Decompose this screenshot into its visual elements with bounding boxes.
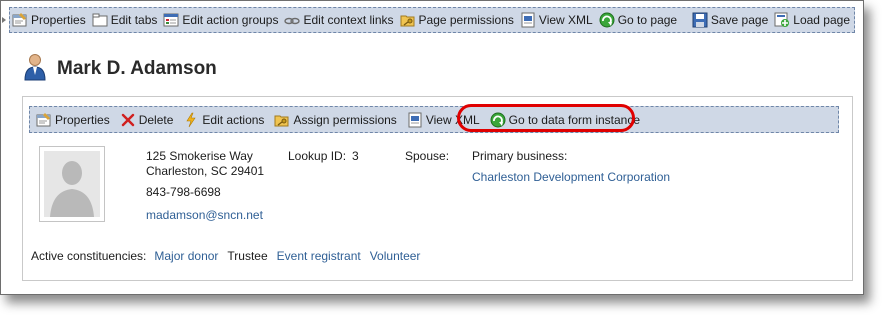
go-arrow-icon (599, 12, 615, 28)
edit-tabs-label: Edit tabs (110, 13, 158, 27)
delete-icon (120, 112, 136, 128)
active-constituencies-label: Active constituencies: (31, 249, 147, 263)
page-title: Mark D. Adamson (57, 57, 217, 79)
load-page-label: Load page (793, 13, 850, 27)
address-line-2: Charleston, SC 29401 (146, 164, 265, 178)
save-page-label: Save page (710, 13, 769, 27)
delete-button[interactable]: Delete (118, 110, 176, 130)
address-block: 125 Smokerise Way Charleston, SC 29401 (146, 149, 264, 179)
phone-number: 843-798-6698 (146, 185, 221, 199)
tabs-icon (92, 12, 108, 28)
primary-business-link[interactable]: Charleston Development Corporation (472, 170, 670, 184)
highlight-callout (457, 104, 635, 132)
address-line-1: 125 Smokerise Way (146, 149, 253, 163)
page-designer-toolbar: Properties Edit tabs Edit action groups … (9, 7, 855, 33)
constituency-volunteer[interactable]: Volunteer (370, 249, 421, 263)
load-icon (774, 12, 790, 28)
lookup-id-label: Lookup ID: (288, 149, 347, 163)
lookup-id-value: 3 (352, 149, 359, 163)
assign-permissions-button[interactable]: Assign permissions (272, 110, 398, 130)
edit-action-groups-button[interactable]: Edit action groups (161, 10, 280, 30)
record-properties-button[interactable]: Properties (34, 110, 112, 130)
save-icon (692, 12, 708, 28)
go-to-page-label: Go to page (617, 13, 678, 27)
properties-label: Properties (31, 13, 86, 27)
person-silhouette-icon (44, 151, 100, 217)
properties-button[interactable]: Properties (10, 10, 88, 30)
properties-icon (36, 112, 52, 128)
lookup-id: Lookup ID: 3 (288, 149, 359, 163)
link-icon (284, 12, 301, 28)
constituency-major-donor[interactable]: Major donor (154, 249, 218, 263)
edit-actions-button[interactable]: Edit actions (181, 110, 266, 130)
record-properties-label: Properties (55, 112, 110, 127)
assign-permissions-label: Assign permissions (293, 112, 397, 127)
edit-tabs-button[interactable]: Edit tabs (90, 10, 160, 30)
go-to-page-button[interactable]: Go to page (597, 10, 679, 30)
record-action-toolbar: Properties Delete Edit actions Assign pe… (29, 106, 839, 133)
constituent-summary-panel: Properties Delete Edit actions Assign pe… (22, 96, 853, 281)
constituency-trustee: Trustee (227, 249, 268, 263)
view-xml-label: View XML (538, 13, 593, 27)
lightning-icon (183, 112, 199, 128)
designer-window: Properties Edit tabs Edit action groups … (0, 0, 864, 295)
constituent-photo[interactable] (39, 146, 105, 222)
load-page-button[interactable]: Load page (772, 10, 852, 30)
person-icon (23, 53, 47, 84)
delete-label: Delete (138, 112, 174, 127)
edit-context-links-label: Edit context links (303, 13, 394, 27)
email-link[interactable]: madamson@sncn.net (146, 208, 263, 222)
action-groups-icon (163, 12, 179, 28)
view-xml-button[interactable]: View XML (518, 10, 595, 30)
save-page-button[interactable]: Save page (690, 10, 770, 30)
edit-context-links-button[interactable]: Edit context links (282, 10, 395, 30)
edit-action-groups-label: Edit action groups (182, 13, 279, 27)
folder-key-icon (274, 112, 290, 128)
page-permissions-label: Page permissions (418, 13, 514, 27)
properties-icon (12, 12, 28, 28)
grip-handle-icon[interactable] (1, 7, 7, 33)
page-permissions-button[interactable]: Page permissions (398, 10, 516, 30)
folder-key-icon (400, 12, 416, 28)
xml-icon (407, 112, 423, 128)
edit-actions-label: Edit actions (202, 112, 265, 127)
xml-icon (520, 12, 536, 28)
primary-business-label: Primary business: (472, 149, 568, 163)
page-header: Mark D. Adamson (23, 53, 217, 84)
spouse-label: Spouse: (405, 149, 450, 163)
constituency-event-registrant[interactable]: Event registrant (277, 249, 361, 263)
active-constituencies: Active constituencies: Major donor Trust… (31, 249, 429, 263)
